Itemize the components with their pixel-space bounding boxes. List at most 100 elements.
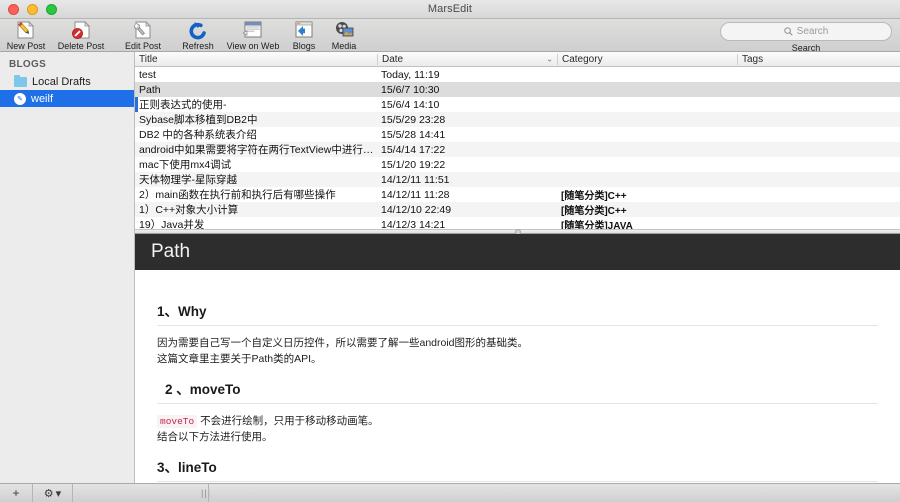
sidebar-item-weilf[interactable]: ✎ weilf xyxy=(0,90,134,107)
toolbar-label: New Post xyxy=(6,41,46,51)
table-row[interactable]: Path 15/6/7 10:30 xyxy=(135,82,900,97)
unread-marker xyxy=(135,97,138,112)
media-icon xyxy=(331,20,357,40)
cell-title: Path xyxy=(139,83,161,96)
search-input[interactable]: Search xyxy=(720,22,892,41)
preview-header: Path xyxy=(135,234,900,270)
toolbar-button-media[interactable]: Media xyxy=(324,19,364,51)
preview-line: 这篇文章里主要关于Path类的API。 xyxy=(157,353,322,366)
titlebar: MarsEdit xyxy=(0,0,900,19)
preview-heading: 1、Why xyxy=(157,300,878,326)
table-row[interactable]: 正则表达式的使用- 15/6/4 14:10 xyxy=(135,97,900,112)
sidebar-item-label: weilf xyxy=(31,92,54,105)
cell-date: 15/6/7 10:30 xyxy=(381,83,440,96)
sidebar-item-local-drafts[interactable]: Local Drafts xyxy=(0,73,134,90)
toolbar-button-refresh[interactable]: Refresh xyxy=(174,19,222,51)
preview-title: Path xyxy=(151,241,191,262)
cell-category: [随笔分类]JAVA xyxy=(561,221,633,229)
sidebar-item-label: Local Drafts xyxy=(32,75,91,88)
preview-body: 1、Why 因为需要自己写一个自定义日历控件，所以需要了解一些android图形… xyxy=(135,270,900,502)
column-header-date[interactable]: Date ⌄ xyxy=(377,53,557,65)
toolbar: New Post Delete Post Edit Post Refresh V… xyxy=(0,19,900,53)
table-row[interactable]: test Today, 11:19 xyxy=(135,67,900,82)
toolbar-label: View on Web xyxy=(226,41,280,51)
cell-date: 14/12/10 22:49 xyxy=(381,203,452,216)
preview-heading: 2 、moveTo xyxy=(157,378,878,404)
toolbar-button-delete-post[interactable]: Delete Post xyxy=(50,19,112,51)
toolbar-label: Refresh xyxy=(182,41,214,51)
table-row[interactable]: DB2 中的各种系统表介绍 15/5/28 14:41 xyxy=(135,127,900,142)
cell-date: 15/4/14 17:22 xyxy=(381,143,446,156)
preview-line: 不会进行绘制，只用于移动移动画笔。 xyxy=(197,414,379,427)
new-post-icon xyxy=(13,20,39,40)
toolbar-label: Blogs xyxy=(292,41,316,51)
search-icon xyxy=(783,27,793,36)
toolbar-label: Delete Post xyxy=(57,41,105,51)
table-row[interactable]: 2）main函数在执行前和执行后有哪些操作 14/12/11 11:28 [随笔… xyxy=(135,187,900,203)
cell-date: 15/5/28 14:41 xyxy=(381,128,446,141)
column-header-title[interactable]: Title xyxy=(135,54,377,65)
preview-paragraph: moveTo 不会进行绘制，只用于移动移动画笔。 结合以下方法进行使用。 xyxy=(157,413,878,446)
cell-title: mac下使用mx4调试 xyxy=(139,159,232,171)
cell-date: Today, 11:19 xyxy=(381,68,440,81)
window-body: BLOGS Local Drafts ✎ weilf Title Date ⌄ xyxy=(0,52,900,502)
toolbar-label: Media xyxy=(331,41,357,51)
chevron-down-icon: ▾ xyxy=(55,487,62,500)
toolbar-buttons: New Post Delete Post Edit Post Refresh V… xyxy=(0,19,364,51)
toolbar-button-view-on-web[interactable]: View on Web xyxy=(222,19,284,51)
cell-title: android中如果需要将字符在两行TextView中进行显示时字… xyxy=(139,144,377,156)
column-header-tags[interactable]: Tags xyxy=(737,53,900,65)
delete-post-icon xyxy=(68,20,94,40)
cell-title: Sybase脚本移植到DB2中 xyxy=(139,114,258,126)
bottom-bar: + ⚙ ▾ ||| xyxy=(0,483,900,502)
cell-title: 2）main函数在执行前和执行后有哪些操作 xyxy=(139,189,336,201)
toolbar-button-edit-post[interactable]: Edit Post xyxy=(112,19,174,51)
toolbar-button-new-post[interactable]: New Post xyxy=(2,19,50,51)
column-header-category[interactable]: Category xyxy=(557,53,737,65)
table-row[interactable]: android中如果需要将字符在两行TextView中进行显示时字… 15/4/… xyxy=(135,142,900,157)
refresh-icon xyxy=(185,20,211,40)
search-area: Search Search xyxy=(720,22,892,53)
toolbar-button-blogs[interactable]: Blogs xyxy=(284,19,324,51)
table-row[interactable]: 天体物理学-星际穿越 14/12/11 11:51 xyxy=(135,172,900,187)
add-button[interactable]: + xyxy=(0,484,33,502)
cell-title: 天体物理学-星际穿越 xyxy=(139,174,237,186)
sidebar-header: BLOGS xyxy=(9,59,47,70)
column-header-date-label: Date xyxy=(382,53,404,65)
cell-title: 19）Java并发 xyxy=(139,219,205,229)
cell-category: [随笔分类]C++ xyxy=(561,191,627,202)
cell-date: 14/12/3 14:21 xyxy=(381,218,446,230)
folder-icon xyxy=(14,74,27,87)
bottom-bar-divider xyxy=(208,484,209,502)
table-row[interactable]: 19）Java并发 14/12/3 14:21 [随笔分类]JAVA xyxy=(135,217,900,230)
toolbar-label: Edit Post xyxy=(124,41,162,51)
bottom-bar-space: ||| xyxy=(73,484,900,502)
edit-post-icon xyxy=(130,20,156,40)
window-title: MarsEdit xyxy=(427,3,473,15)
table-row[interactable]: mac下使用mx4调试 15/1/20 19:22 xyxy=(135,157,900,172)
view-on-web-icon xyxy=(240,20,266,40)
cell-title: DB2 中的各种系统表介绍 xyxy=(139,129,257,141)
cell-date: 15/5/29 23:28 xyxy=(381,113,446,126)
cell-date: 15/6/4 14:10 xyxy=(381,98,440,111)
marsedit-window: MarsEdit New Post Delete Post Edit Post … xyxy=(0,0,900,502)
preview-line: 因为需要自己写一个自定义日历控件，所以需要了解一些android图形的基础类。 xyxy=(157,337,529,349)
table-row[interactable]: Sybase脚本移植到DB2中 15/5/29 23:28 xyxy=(135,112,900,127)
sidebar: BLOGS Local Drafts ✎ weilf xyxy=(0,52,135,502)
gear-icon: ⚙ xyxy=(43,487,54,500)
resize-grip[interactable]: ||| xyxy=(201,488,211,498)
chevron-down-icon: ⌄ xyxy=(546,54,553,64)
preview-heading: 3、lineTo xyxy=(157,456,878,482)
cell-category: [随笔分类]C++ xyxy=(561,206,627,217)
settings-menu-button[interactable]: ⚙ ▾ xyxy=(33,484,73,502)
cell-title: 1）C++对象大小计算 xyxy=(139,204,239,216)
preview-line: 结合以下方法进行使用。 xyxy=(157,431,273,444)
table-row[interactable]: 1）C++对象大小计算 14/12/10 22:49 [随笔分类]C++ xyxy=(135,202,900,217)
blogs-icon xyxy=(291,20,317,40)
post-list-table: Title Date ⌄ Category Tags test Today, 1… xyxy=(135,52,900,229)
cell-date: 14/12/11 11:28 xyxy=(381,188,450,201)
preview-paragraph: 因为需要自己写一个自定义日历控件，所以需要了解一些android图形的基础类。 … xyxy=(157,335,878,368)
table-header-row: Title Date ⌄ Category Tags xyxy=(135,52,900,67)
cell-title: 正则表达式的使用- xyxy=(139,99,227,111)
search-placeholder: Search xyxy=(796,26,829,37)
